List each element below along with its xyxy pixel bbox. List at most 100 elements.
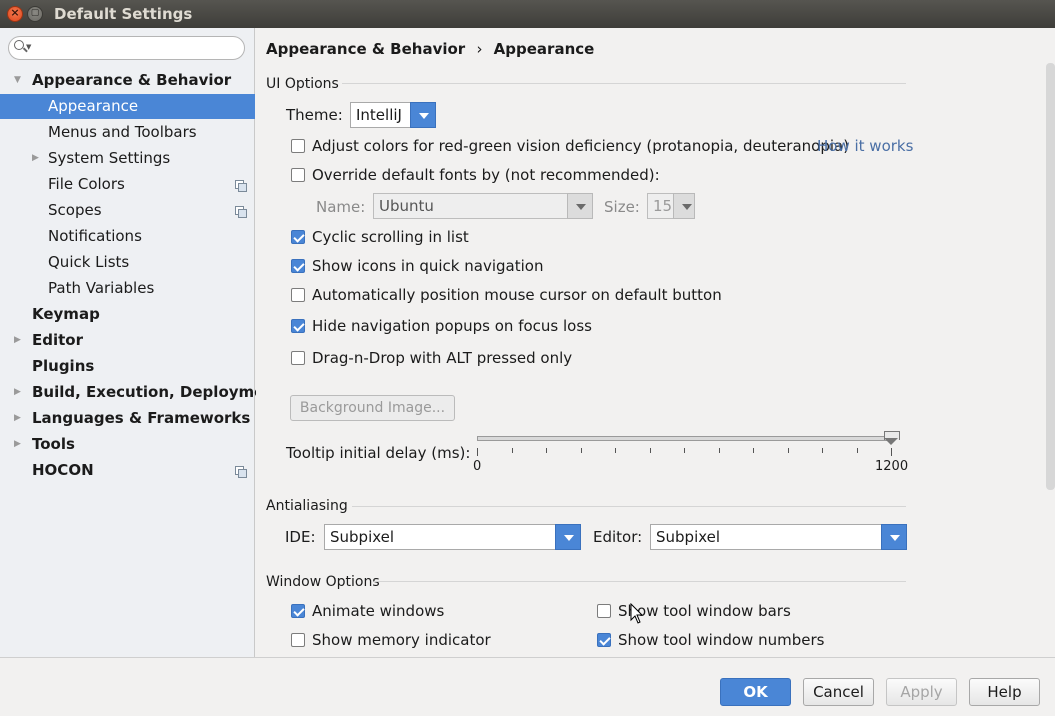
close-window-button[interactable]: × — [7, 6, 23, 22]
dialog-footer: OK Cancel Apply Help — [0, 657, 1055, 716]
font-name-select[interactable]: Ubuntu — [373, 193, 593, 219]
chevron-down-icon[interactable] — [673, 193, 695, 219]
sidebar-item-label: Quick Lists — [48, 253, 130, 271]
font-size-label: Size: — [604, 198, 640, 216]
collapsed-arrow-icon[interactable]: ▶ — [14, 432, 21, 457]
auto-position-label[interactable]: Automatically position mouse cursor on d… — [312, 286, 722, 304]
show-memory-indicator-checkbox[interactable] — [291, 633, 305, 647]
font-name-value: Ubuntu — [379, 197, 434, 215]
show-icons-label[interactable]: Show icons in quick navigation — [312, 257, 543, 275]
sidebar-item-menus-toolbars[interactable]: Menus and Toolbars — [0, 120, 255, 145]
sidebar-item-label: Tools — [32, 435, 75, 453]
sidebar-item-quick-lists[interactable]: Quick Lists — [0, 250, 255, 275]
sidebar-item-label: Plugins — [32, 357, 95, 375]
override-fonts-checkbox[interactable] — [291, 168, 305, 182]
adjust-colors-label[interactable]: Adjust colors for red-green vision defic… — [312, 137, 849, 155]
sidebar-item-build-execution-deployment[interactable]: ▶ Build, Execution, Deployment — [0, 380, 282, 405]
animate-windows-checkbox[interactable] — [291, 604, 305, 618]
maximize-window-button[interactable]: ▢ — [27, 6, 43, 22]
adjust-colors-checkbox[interactable] — [291, 139, 305, 153]
auto-position-checkbox[interactable] — [291, 288, 305, 302]
ide-antialiasing-select[interactable]: Subpixel — [324, 524, 581, 550]
show-memory-indicator-label[interactable]: Show memory indicator — [312, 631, 491, 649]
cancel-button[interactable]: Cancel — [803, 678, 874, 706]
drag-drop-checkbox[interactable] — [291, 351, 305, 365]
how-it-works-link[interactable]: How it works — [817, 137, 913, 155]
expanded-arrow-icon[interactable]: ▼ — [14, 68, 21, 93]
sidebar-item-tools[interactable]: ▶ Tools — [0, 432, 255, 457]
show-tool-window-numbers-checkbox[interactable] — [597, 633, 611, 647]
breadcrumb-current: Appearance — [493, 40, 595, 58]
collapsed-arrow-icon[interactable]: ▶ — [32, 146, 39, 171]
slider-tick — [580, 448, 582, 453]
settings-content-panel: Appearance & Behavior › Appearance UI Op… — [256, 28, 1055, 657]
sidebar-item-scopes[interactable]: Scopes — [0, 198, 255, 223]
font-size-value: 15 — [653, 197, 673, 215]
show-icons-checkbox[interactable] — [291, 259, 305, 273]
breadcrumb: Appearance & Behavior › Appearance — [266, 40, 594, 58]
sidebar-item-label: Appearance & Behavior — [32, 71, 232, 89]
theme-select[interactable]: IntelliJ — [350, 102, 436, 128]
slider-tick — [891, 448, 892, 456]
ok-button[interactable]: OK — [720, 678, 791, 706]
slider-tick — [684, 448, 685, 453]
chevron-down-icon[interactable] — [881, 524, 907, 550]
hide-popups-checkbox[interactable] — [291, 319, 305, 333]
slider-tick — [615, 448, 616, 453]
sidebar-item-label: System Settings — [48, 149, 171, 167]
sidebar-item-keymap[interactable]: Keymap — [0, 302, 255, 327]
show-tool-window-numbers-label[interactable]: Show tool window numbers — [618, 631, 824, 649]
chevron-down-icon[interactable] — [555, 524, 581, 550]
vertical-scrollbar[interactable] — [1046, 63, 1055, 490]
cyclic-scrolling-checkbox[interactable] — [291, 230, 305, 244]
show-tool-window-bars-checkbox[interactable] — [597, 604, 611, 618]
sidebar-item-notifications[interactable]: Notifications — [0, 224, 255, 249]
editor-antialiasing-value: Subpixel — [656, 528, 721, 546]
font-size-select[interactable]: 15 — [647, 193, 695, 219]
search-input[interactable]: ▼ — [8, 36, 245, 60]
slider-max-label: 1200 — [875, 459, 909, 474]
sidebar-item-system-settings[interactable]: ▶ System Settings — [0, 146, 255, 171]
drag-drop-label[interactable]: Drag-n-Drop with ALT pressed only — [312, 349, 572, 367]
sidebar-item-languages-frameworks[interactable]: ▶ Languages & Frameworks — [0, 406, 255, 431]
chevron-down-icon[interactable] — [410, 102, 436, 128]
sidebar-item-appearance[interactable]: Appearance — [0, 94, 255, 119]
apply-button[interactable]: Apply — [886, 678, 957, 706]
background-image-button[interactable]: Background Image... — [290, 395, 455, 421]
sidebar-item-hocon[interactable]: HOCON — [0, 458, 255, 483]
slider-thumb[interactable] — [884, 431, 900, 445]
slider-tick — [787, 448, 789, 453]
override-fonts-label[interactable]: Override default fonts by (not recommend… — [312, 166, 660, 184]
collapsed-arrow-icon[interactable]: ▶ — [14, 380, 21, 405]
sidebar-item-path-variables[interactable]: Path Variables — [0, 276, 255, 301]
project-level-icon — [235, 466, 247, 478]
settings-sidebar: ▼ ▼ Appearance & Behavior Appearance Men… — [0, 28, 282, 657]
chevron-down-icon[interactable] — [567, 193, 593, 219]
animate-windows-label[interactable]: Animate windows — [312, 602, 444, 620]
sidebar-item-label: Menus and Toolbars — [48, 123, 197, 141]
hide-popups-label[interactable]: Hide navigation popups on focus loss — [312, 317, 592, 335]
ui-options-heading: UI Options — [266, 76, 339, 92]
sidebar-item-plugins[interactable]: Plugins — [0, 354, 255, 379]
collapsed-arrow-icon[interactable]: ▶ — [14, 328, 21, 353]
cyclic-scrolling-label[interactable]: Cyclic scrolling in list — [312, 228, 469, 246]
tooltip-delay-slider[interactable] — [477, 436, 891, 441]
window-options-heading: Window Options — [266, 574, 380, 590]
sidebar-item-label: File Colors — [48, 175, 125, 193]
sidebar-item-appearance-behavior[interactable]: ▼ Appearance & Behavior — [0, 68, 255, 93]
help-button[interactable]: Help — [969, 678, 1040, 706]
breadcrumb-separator-icon: › — [476, 40, 483, 58]
editor-antialiasing-select[interactable]: Subpixel — [650, 524, 907, 550]
sidebar-item-file-colors[interactable]: File Colors — [0, 172, 255, 197]
section-divider — [342, 83, 906, 84]
sidebar-item-label: Appearance — [48, 97, 139, 115]
close-icon: × — [10, 6, 20, 19]
collapsed-arrow-icon[interactable]: ▶ — [14, 406, 21, 431]
slider-tick — [822, 448, 823, 453]
project-level-icon — [235, 180, 247, 192]
sidebar-item-label: Editor — [32, 331, 83, 349]
theme-value: IntelliJ — [356, 106, 402, 124]
breadcrumb-parent: Appearance & Behavior — [266, 40, 466, 58]
font-name-label: Name: — [316, 198, 366, 216]
sidebar-item-editor[interactable]: ▶ Editor — [0, 328, 255, 353]
